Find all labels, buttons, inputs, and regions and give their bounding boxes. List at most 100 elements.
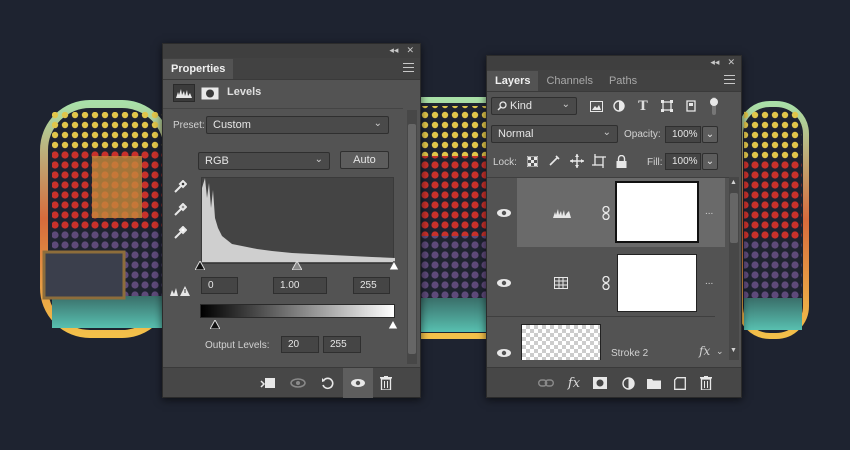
- eye-icon[interactable]: [496, 348, 512, 358]
- filter-kind-value: Kind: [510, 100, 533, 112]
- grid-table-icon: [553, 276, 569, 290]
- new-layer-icon[interactable]: [671, 374, 689, 392]
- layers-scroll-thumb[interactable]: [730, 193, 738, 243]
- channel-dropdown[interactable]: RGB ⌄: [198, 152, 330, 170]
- lock-transparent-icon[interactable]: [525, 154, 539, 168]
- lock-artboard-icon[interactable]: [591, 153, 607, 169]
- tab-properties[interactable]: Properties: [163, 59, 234, 79]
- histogram: [201, 177, 395, 262]
- layer-row-levels[interactable]: ...: [487, 178, 725, 247]
- eye-icon[interactable]: [496, 278, 512, 288]
- blend-mode-dropdown[interactable]: Normal ⌄: [491, 125, 618, 143]
- preset-value: Custom: [213, 119, 251, 131]
- more-icon[interactable]: ...: [705, 276, 713, 287]
- clip-to-layer-icon[interactable]: [259, 374, 277, 392]
- scroll-down-icon[interactable]: ▼: [730, 347, 737, 354]
- panel-menu-icon[interactable]: [724, 75, 735, 84]
- trash-icon[interactable]: [697, 374, 715, 392]
- tab-paths[interactable]: Paths: [601, 71, 645, 91]
- eyedropper-white-icon[interactable]: [171, 224, 189, 242]
- properties-scrollbar[interactable]: [407, 110, 417, 364]
- visibility-icon[interactable]: [343, 368, 373, 398]
- eye-icon[interactable]: [496, 208, 512, 218]
- layers-tabbar: Layers Channels Paths: [487, 70, 741, 92]
- filter-pixel-icon[interactable]: [588, 99, 604, 113]
- preset-dropdown[interactable]: Custom ⌄: [206, 116, 389, 134]
- chain-link-icon[interactable]: [601, 276, 611, 290]
- opacity-label: Opacity:: [624, 129, 661, 140]
- properties-panel: ◂◂ ✕ Properties Levels Preset: Custom ⌄ …: [162, 43, 421, 398]
- reset-icon[interactable]: [319, 374, 337, 392]
- filter-shape-icon[interactable]: [660, 99, 674, 113]
- layer-row-stroke-2[interactable]: Stroke 2 fx ⌄: [487, 318, 724, 360]
- properties-scroll-thumb[interactable]: [408, 124, 416, 354]
- trash-icon[interactable]: [377, 374, 395, 392]
- chevron-down-icon: ⌄: [373, 118, 382, 129]
- layer-thumbnail-transparent[interactable]: [521, 324, 601, 360]
- chevron-down-icon[interactable]: ⌄: [716, 346, 724, 357]
- layer-name[interactable]: Stroke 2: [611, 348, 648, 359]
- link-layers-icon[interactable]: [537, 374, 555, 392]
- properties-tabbar: Properties: [163, 58, 420, 80]
- filter-toggle-icon[interactable]: [708, 96, 720, 116]
- fx-icon[interactable]: fx: [699, 344, 710, 358]
- new-group-icon[interactable]: [645, 374, 663, 392]
- properties-footer: [163, 367, 420, 398]
- preset-label: Preset:: [173, 120, 205, 131]
- filter-adjustment-icon[interactable]: [612, 99, 626, 113]
- lock-pixels-icon[interactable]: [547, 154, 561, 168]
- output-black-field[interactable]: 20: [281, 336, 319, 353]
- input-gamma-field[interactable]: 1.00: [273, 277, 327, 294]
- opacity-field[interactable]: 100%: [665, 126, 701, 143]
- collapse-icon[interactable]: ◂◂: [710, 58, 719, 68]
- output-black-handle[interactable]: [209, 319, 221, 329]
- input-white-field[interactable]: 255: [353, 277, 390, 294]
- clipping-warning-icon[interactable]: [169, 284, 191, 298]
- scroll-up-icon[interactable]: ▲: [730, 179, 737, 186]
- layers-topbar: ◂◂ ✕: [487, 56, 741, 70]
- tab-layers[interactable]: Layers: [487, 71, 539, 91]
- tab-channels[interactable]: Channels: [538, 71, 600, 91]
- input-black-field[interactable]: 0: [201, 277, 238, 294]
- input-gamma-handle[interactable]: [291, 260, 303, 270]
- more-icon[interactable]: ...: [705, 206, 713, 217]
- layer-mask-thumbnail[interactable]: [615, 181, 699, 243]
- layers-scrollbar[interactable]: ▲ ▼: [729, 177, 739, 360]
- eyedropper-black-icon[interactable]: [171, 178, 189, 196]
- fill-label: Fill:: [647, 157, 663, 168]
- layer-mask-thumbnail[interactable]: [617, 254, 697, 312]
- add-mask-icon[interactable]: [591, 374, 609, 392]
- blend-mode-value: Normal: [498, 128, 534, 140]
- filter-kind-dropdown[interactable]: Kind ⌄: [491, 97, 577, 115]
- close-icon[interactable]: ✕: [406, 46, 414, 56]
- mask-icon[interactable]: [199, 84, 221, 102]
- filter-smart-object-icon[interactable]: [684, 99, 698, 113]
- filter-type-icon[interactable]: T: [636, 99, 650, 114]
- input-black-handle[interactable]: [194, 260, 206, 270]
- view-previous-icon[interactable]: [289, 374, 307, 392]
- lock-position-icon[interactable]: [569, 153, 585, 169]
- lock-label: Lock:: [493, 157, 517, 168]
- fill-dropdown-button[interactable]: ⌄: [702, 153, 718, 170]
- adjustment-title: Levels: [227, 86, 262, 98]
- fx-icon[interactable]: fx: [565, 374, 583, 392]
- opacity-dropdown-button[interactable]: ⌄: [702, 126, 718, 143]
- lock-all-icon[interactable]: [614, 153, 628, 169]
- input-white-handle[interactable]: [388, 260, 400, 270]
- close-icon[interactable]: ✕: [727, 58, 735, 68]
- layers-footer: fx: [487, 367, 741, 397]
- layer-row-grid-adjustment[interactable]: ...: [487, 248, 715, 317]
- panel-menu-icon[interactable]: [403, 63, 414, 72]
- adjustment-layer-icon[interactable]: [619, 374, 637, 392]
- levels-icon: [551, 206, 573, 220]
- eyedropper-gray-icon[interactable]: [171, 201, 189, 219]
- chain-link-icon[interactable]: [601, 206, 611, 220]
- auto-button[interactable]: Auto: [340, 151, 389, 169]
- levels-icon[interactable]: [173, 84, 195, 102]
- layer-list: ... ... Stroke 2 fx ⌄: [487, 177, 729, 360]
- fill-field[interactable]: 100%: [665, 153, 701, 170]
- layers-panel: ◂◂ ✕ Layers Channels Paths Kind ⌄ T Norm…: [486, 55, 742, 398]
- output-white-field[interactable]: 255: [323, 336, 361, 353]
- output-white-handle[interactable]: [387, 319, 399, 329]
- collapse-icon[interactable]: ◂◂: [389, 46, 398, 56]
